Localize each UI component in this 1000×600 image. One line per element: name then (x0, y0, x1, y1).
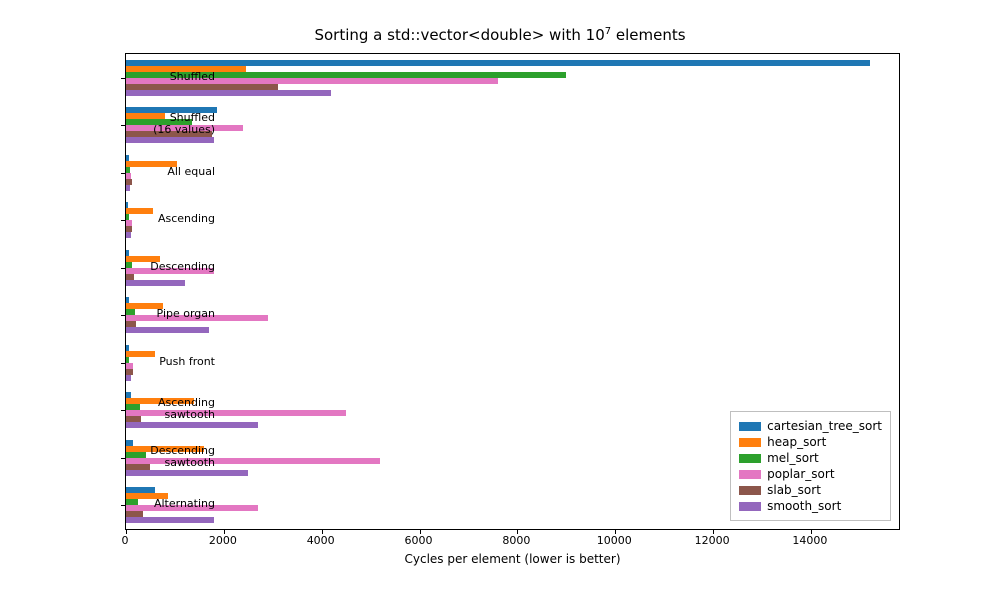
ytick-mark (121, 220, 126, 221)
ytick-mark (121, 173, 126, 174)
legend-item: smooth_sort (739, 498, 882, 514)
bar-heap_sort (126, 351, 155, 357)
xtick-label: 2000 (209, 534, 237, 547)
bar-smooth_sort (126, 232, 131, 238)
ytick-label: Ascending (158, 213, 215, 225)
xtick-label: 6000 (405, 534, 433, 547)
legend-swatch (739, 422, 761, 431)
ytick-mark (121, 125, 126, 126)
figure: Sorting a std::vector<double> with 107 e… (0, 0, 1000, 600)
ytick-mark (121, 410, 126, 411)
xtick-label: 0 (122, 534, 129, 547)
xtick-label: 8000 (502, 534, 530, 547)
ytick-mark (121, 458, 126, 459)
bar-heap_sort (126, 208, 153, 214)
bar-smooth_sort (126, 327, 209, 333)
legend-swatch (739, 502, 761, 511)
bar-smooth_sort (126, 185, 130, 191)
xtick-label: 14000 (792, 534, 827, 547)
ytick-label: Pipe organ (157, 308, 215, 320)
plot-area: cartesian_tree_sort heap_sort mel_sortpopl… (125, 53, 900, 530)
legend-item: mel_sort (739, 450, 882, 466)
bar-smooth_sort (126, 375, 131, 381)
legend-item: heap_sort (739, 434, 882, 450)
legend-swatch (739, 454, 761, 463)
ytick-label: Descending (150, 261, 215, 273)
bar-smooth_sort (126, 422, 258, 428)
ytick-label: Descending sawtooth (150, 445, 215, 469)
ytick-label: Ascending sawtooth (158, 397, 215, 421)
bar-smooth_sort (126, 470, 248, 476)
ytick-label: Push front (159, 356, 215, 368)
ytick-mark (121, 78, 126, 79)
xtick-label: 4000 (307, 534, 335, 547)
legend-label: heap_sort (767, 435, 826, 449)
legend: cartesian_tree_sort heap_sort mel_sortpopl… (730, 411, 891, 521)
legend-label: mel_sort (767, 451, 819, 465)
ytick-label: Alternating (154, 498, 215, 510)
bar-smooth_sort (126, 90, 331, 96)
chart-title: Sorting a std::vector<double> with 107 e… (0, 26, 1000, 44)
bar-smooth_sort (126, 280, 185, 286)
ytick-mark (121, 268, 126, 269)
legend-item: slab_sort (739, 482, 882, 498)
legend-swatch (739, 438, 761, 447)
xtick-label: 10000 (597, 534, 632, 547)
legend-item: poplar_sort (739, 466, 882, 482)
ytick-mark (121, 363, 126, 364)
legend-label: cartesian_tree_sort (767, 419, 882, 433)
legend-swatch (739, 470, 761, 479)
bar-smooth_sort (126, 517, 214, 523)
legend-item: cartesian_tree_sort (739, 418, 882, 434)
legend-label: smooth_sort (767, 499, 841, 513)
legend-label: poplar_sort (767, 467, 834, 481)
ytick-mark (121, 315, 126, 316)
ytick-label: All equal (167, 166, 215, 178)
bar-smooth_sort (126, 137, 214, 143)
x-axis-label: Cycles per element (lower is better) (125, 552, 900, 566)
xtick-label: 12000 (695, 534, 730, 547)
ytick-label: Shuffled (170, 71, 215, 83)
legend-label: slab_sort (767, 483, 821, 497)
ytick-mark (121, 505, 126, 506)
legend-swatch (739, 486, 761, 495)
ytick-label: Shuffled (16 values) (153, 112, 215, 136)
